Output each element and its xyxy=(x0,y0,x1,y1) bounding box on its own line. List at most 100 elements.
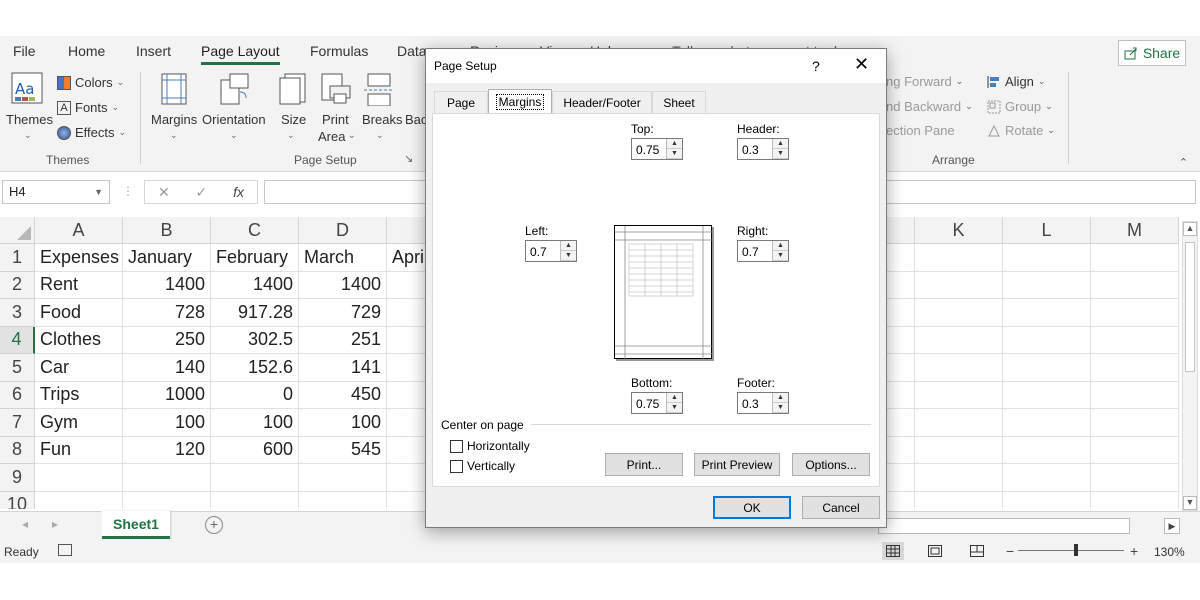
cell-b5[interactable]: 140 xyxy=(123,354,211,382)
cell-l4[interactable] xyxy=(1003,326,1091,354)
row-header[interactable]: 4 xyxy=(0,326,35,354)
cell-c3[interactable]: 917.28 xyxy=(211,299,299,327)
footer-margin-spinner[interactable]: 0.3 ▲ ▼ xyxy=(737,392,789,414)
collapse-ribbon-icon[interactable]: ⌃ xyxy=(1179,156,1188,169)
tab-page[interactable]: Page xyxy=(434,91,488,113)
cell-l10[interactable] xyxy=(1003,491,1091,509)
cell-b10[interactable] xyxy=(123,491,211,509)
column-header[interactable]: C xyxy=(211,217,299,244)
cell-d4[interactable]: 251 xyxy=(299,326,387,354)
group-objects-button[interactable]: Group ⌄ xyxy=(987,99,1053,114)
zoom-in-button[interactable]: + xyxy=(1130,543,1138,559)
tab-home[interactable]: Home xyxy=(68,43,105,59)
cell-b4[interactable]: 250 xyxy=(123,326,211,354)
effects-button[interactable]: Effects ⌄ xyxy=(57,125,126,140)
print-preview-button[interactable]: Print Preview xyxy=(694,453,780,476)
cell-m1[interactable] xyxy=(1091,244,1179,272)
sheet-tab-sheet1[interactable]: Sheet1 xyxy=(102,511,170,539)
cell-l8[interactable] xyxy=(1003,436,1091,464)
row-header[interactable]: 3 xyxy=(0,299,35,327)
normal-view-button[interactable] xyxy=(882,542,904,560)
share-button[interactable]: Share xyxy=(1118,40,1186,66)
cell-m2[interactable] xyxy=(1091,271,1179,299)
cell-l1[interactable] xyxy=(1003,244,1091,272)
enter-entry-icon[interactable]: ✓ xyxy=(196,184,208,201)
column-header[interactable]: M xyxy=(1091,217,1179,244)
options-button[interactable]: Options... xyxy=(792,453,870,476)
spin-down-icon[interactable]: ▼ xyxy=(773,403,788,413)
column-header[interactable]: B xyxy=(123,217,211,244)
dialog-launcher-icon[interactable]: ↘ xyxy=(404,152,413,165)
tab-sheet[interactable]: Sheet xyxy=(652,91,706,113)
cell-d3[interactable]: 729 xyxy=(299,299,387,327)
tab-insert[interactable]: Insert xyxy=(136,43,171,59)
scroll-up-icon[interactable]: ▲ xyxy=(1183,222,1197,236)
column-header[interactable]: A xyxy=(35,217,123,244)
cell-m3[interactable] xyxy=(1091,299,1179,327)
cell-k2[interactable] xyxy=(915,271,1003,299)
vertically-checkbox[interactable] xyxy=(450,459,463,473)
scroll-down-icon[interactable]: ▼ xyxy=(1183,496,1197,510)
cell-m9[interactable] xyxy=(1091,464,1179,492)
spin-up-icon[interactable]: ▲ xyxy=(773,139,788,149)
fonts-button[interactable]: A Fonts ⌄ xyxy=(57,100,119,115)
cell-a10[interactable] xyxy=(35,491,123,509)
cell-b2[interactable]: 1400 xyxy=(123,271,211,299)
print-button[interactable]: Print... xyxy=(605,453,683,476)
sheet-prev-icon[interactable]: ◂ xyxy=(22,517,28,531)
cell-b3[interactable]: 728 xyxy=(123,299,211,327)
vertically-checkbox-row[interactable]: Vertically xyxy=(450,459,515,473)
cell-l2[interactable] xyxy=(1003,271,1091,299)
horizontal-scrollbar[interactable] xyxy=(878,518,1130,534)
column-header[interactable]: K xyxy=(915,217,1003,244)
spin-down-icon[interactable]: ▼ xyxy=(773,251,788,261)
cell-k6[interactable] xyxy=(915,381,1003,409)
page-break-view-button[interactable] xyxy=(966,542,988,560)
macro-record-icon[interactable] xyxy=(58,544,72,556)
cell-a6[interactable]: Trips xyxy=(35,381,123,409)
left-margin-spinner[interactable]: 0.7 ▲ ▼ xyxy=(525,240,577,262)
sheet-next-icon[interactable]: ▸ xyxy=(52,517,58,531)
cell-c8[interactable]: 600 xyxy=(211,436,299,464)
cell-l5[interactable] xyxy=(1003,354,1091,382)
selection-pane-button[interactable]: ection Pane xyxy=(886,123,955,138)
cell-d6[interactable]: 450 xyxy=(299,381,387,409)
vertical-scrollbar[interactable]: ▲ ▼ xyxy=(1182,221,1198,511)
cell-m10[interactable] xyxy=(1091,491,1179,509)
cell-l7[interactable] xyxy=(1003,409,1091,437)
cell-k9[interactable] xyxy=(915,464,1003,492)
cell-k8[interactable] xyxy=(915,436,1003,464)
cell-d8[interactable]: 545 xyxy=(299,436,387,464)
cell-c5[interactable]: 152.6 xyxy=(211,354,299,382)
spin-down-icon[interactable]: ▼ xyxy=(773,149,788,159)
cell-k7[interactable] xyxy=(915,409,1003,437)
tab-page-layout[interactable]: Page Layout xyxy=(201,43,280,65)
cell-a7[interactable]: Gym xyxy=(35,409,123,437)
row-header[interactable]: 1 xyxy=(0,244,35,272)
cell-m7[interactable] xyxy=(1091,409,1179,437)
cell-b9[interactable] xyxy=(123,464,211,492)
zoom-out-button[interactable]: − xyxy=(1006,543,1014,559)
spin-up-icon[interactable]: ▲ xyxy=(667,393,682,403)
name-box[interactable]: H4 ▼ xyxy=(2,180,110,204)
cell-a4[interactable]: Clothes xyxy=(35,326,123,354)
column-header[interactable]: L xyxy=(1003,217,1091,244)
cell-k1[interactable] xyxy=(915,244,1003,272)
spin-up-icon[interactable]: ▲ xyxy=(561,241,576,251)
cell-l9[interactable] xyxy=(1003,464,1091,492)
cell-m4[interactable] xyxy=(1091,326,1179,354)
cell-l3[interactable] xyxy=(1003,299,1091,327)
tab-file[interactable]: File xyxy=(13,43,36,59)
cell-a5[interactable]: Car xyxy=(35,354,123,382)
cell-b6[interactable]: 1000 xyxy=(123,381,211,409)
zoom-slider-handle[interactable] xyxy=(1074,544,1078,556)
select-all-corner[interactable] xyxy=(0,217,35,244)
top-margin-spinner[interactable]: 0.75 ▲ ▼ xyxy=(631,138,683,160)
row-header[interactable]: 10 xyxy=(0,491,35,509)
rotate-button[interactable]: Rotate ⌄ xyxy=(987,123,1055,138)
cell-d9[interactable] xyxy=(299,464,387,492)
cell-d5[interactable]: 141 xyxy=(299,354,387,382)
tab-margins[interactable]: Margins xyxy=(488,89,552,114)
cell-d1[interactable]: March xyxy=(299,244,387,272)
horizontally-checkbox-row[interactable]: Horizontally xyxy=(450,439,530,453)
